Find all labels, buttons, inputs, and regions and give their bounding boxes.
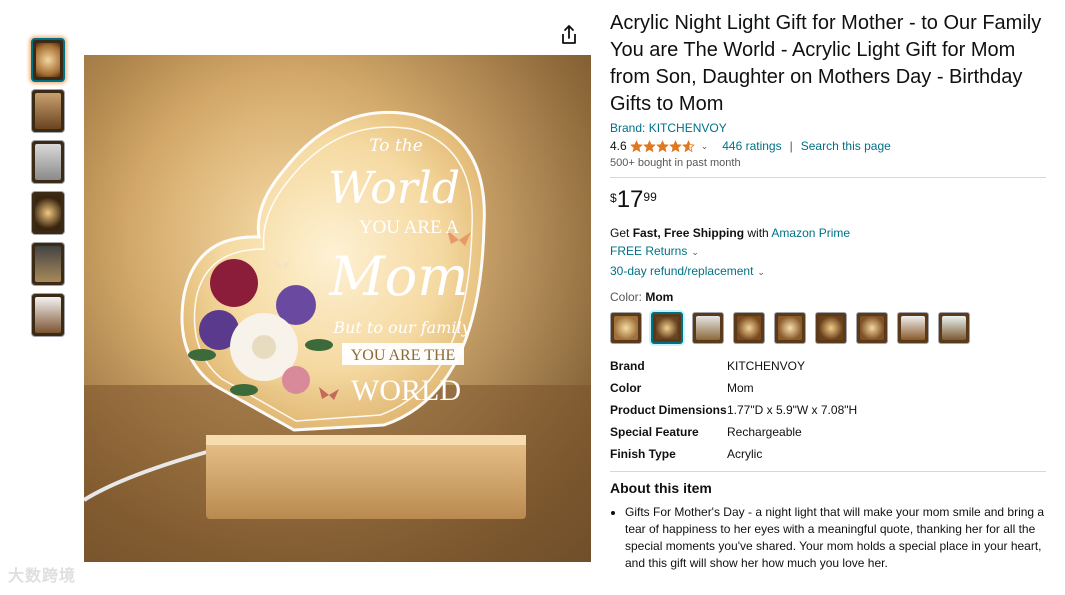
spec-value: Rechargeable	[727, 425, 802, 439]
about-list: Gifts For Mother's Day - a night light t…	[610, 504, 1050, 572]
spec-key: Special Feature	[610, 425, 699, 439]
price-whole: 17	[616, 186, 644, 213]
spec-row: Special Feature Rechargeable	[610, 424, 857, 446]
rating-row: 4.6 ⌄ 446 ratings | Search this page	[610, 138, 1050, 154]
free-returns[interactable]: FREE Returns ⌄	[610, 244, 1050, 258]
divider	[610, 177, 1046, 178]
swatch-2[interactable]	[651, 312, 683, 344]
swatch-4[interactable]	[733, 312, 765, 344]
color-value: Mom	[645, 290, 674, 304]
brand-link[interactable]: Brand: KITCHENVOY	[610, 121, 1050, 135]
about-bullet: Gifts For Mother's Day - a night light t…	[625, 504, 1050, 572]
free-returns-label: FREE Returns	[610, 244, 688, 258]
rating-stars[interactable]	[629, 139, 695, 153]
about-title: About this item	[610, 480, 712, 496]
spec-value: Acrylic	[727, 447, 763, 461]
price: $ 17 99	[610, 188, 1050, 212]
swatch-9[interactable]	[938, 312, 970, 344]
share-icon[interactable]	[558, 24, 580, 46]
thumbnail-2[interactable]	[31, 89, 65, 133]
shipping-with: with	[744, 226, 772, 240]
image-line-2: World	[328, 163, 460, 214]
search-this-page-link[interactable]: Search this page	[801, 139, 891, 153]
thumbnail-3[interactable]	[31, 140, 65, 184]
shipping-get: Get	[610, 226, 633, 240]
watermark: 大数跨境	[8, 568, 77, 585]
refund-replacement[interactable]: 30-day refund/replacement ⌄	[610, 264, 1050, 278]
price-fraction: 99	[643, 190, 657, 204]
spec-key: Finish Type	[610, 447, 676, 461]
color-swatches	[610, 312, 1050, 344]
image-line-1: To the	[369, 136, 423, 156]
swatch-1[interactable]	[610, 312, 642, 344]
thumbnail-4[interactable]	[31, 191, 65, 235]
bought-count: 500+ bought in past month	[610, 157, 741, 169]
spec-value: 1.77"D x 5.9"W x 7.08"H	[727, 403, 858, 417]
refund-label: 30-day refund/replacement	[610, 264, 754, 278]
swatch-5[interactable]	[774, 312, 806, 344]
shipping-info: Get Fast, Free Shipping with Amazon Prim…	[610, 226, 1050, 240]
image-line-7: WORLD	[351, 374, 461, 407]
spec-key: Brand	[610, 359, 645, 373]
main-product-image[interactable]: To the World YOU ARE A Mom But to our fa…	[84, 55, 591, 562]
spec-key: Product Dimensions	[610, 403, 727, 417]
star-icon	[668, 139, 682, 152]
divider	[610, 471, 1046, 472]
shipping-bold: Fast, Free Shipping	[632, 226, 745, 240]
color-label: Color: Mom	[610, 290, 1050, 304]
ratings-count-link[interactable]: 446 ratings	[722, 139, 781, 153]
spec-row: Product Dimensions 1.77"D x 5.9"W x 7.08…	[610, 402, 857, 424]
thumbnail-6[interactable]	[31, 293, 65, 337]
night-light-illustration: To the World YOU ARE A Mom But to our fa…	[84, 55, 591, 562]
image-line-6: YOU ARE THE	[351, 347, 456, 364]
product-title: Acrylic Night Light Gift for Mother - to…	[610, 12, 1042, 115]
spec-key: Color	[610, 381, 642, 395]
price-currency: $	[610, 191, 617, 205]
chevron-down-icon: ⌄	[757, 267, 765, 277]
swatch-7[interactable]	[856, 312, 888, 344]
swatch-3[interactable]	[692, 312, 724, 344]
spec-row: Finish Type Acrylic	[610, 446, 857, 463]
product-details: Acrylic Night Light Gift for Mother - to…	[610, 10, 1050, 572]
thumbnail-list	[31, 38, 67, 344]
amazon-prime-link[interactable]: Amazon Prime	[771, 226, 850, 240]
swatch-8[interactable]	[897, 312, 929, 344]
spec-row: Brand KITCHENVOY	[610, 358, 857, 380]
rating-value: 4.6	[610, 139, 627, 153]
specs-table: Brand KITCHENVOY Color Mom Product Dimen…	[610, 358, 857, 463]
chevron-down-icon[interactable]: ⌄	[701, 141, 709, 152]
image-line-3: YOU ARE A	[359, 217, 460, 238]
spec-value: Mom	[727, 381, 754, 395]
chevron-down-icon: ⌄	[691, 247, 699, 257]
spec-value: KITCHENVOY	[727, 359, 806, 373]
spec-row: Color Mom	[610, 380, 857, 402]
image-line-5: But to our family	[332, 318, 471, 337]
star-icon	[642, 139, 656, 152]
color-label-text: Color:	[610, 290, 646, 304]
star-icon	[655, 139, 669, 152]
separator: |	[789, 139, 793, 153]
thumbnail-5[interactable]	[31, 242, 65, 286]
thumbnail-1[interactable]	[31, 38, 65, 82]
star-icon	[681, 139, 695, 152]
swatch-6[interactable]	[815, 312, 847, 344]
star-icon	[629, 139, 643, 152]
image-line-4: Mom	[328, 245, 468, 308]
